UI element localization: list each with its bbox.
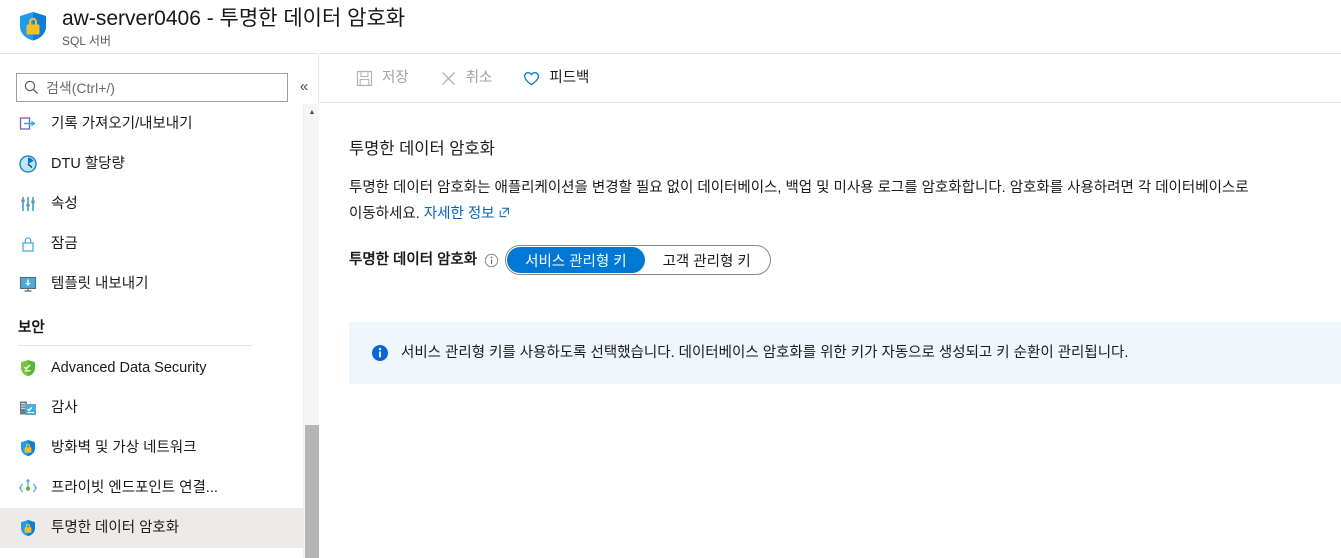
sidebar-item-label: 잠금 <box>51 236 78 252</box>
cancel-label: 취소 <box>465 70 493 86</box>
page-subtitle: SQL 서버 <box>62 34 111 48</box>
sidebar-item-properties[interactable]: 속성 <box>0 184 303 224</box>
sidebar-item-firewall[interactable]: 방화벽 및 가상 네트워크 <box>0 428 303 468</box>
save-label: 저장 <box>382 70 409 86</box>
firewall-icon <box>18 438 38 458</box>
sidebar-item-advanced-data-security[interactable]: Advanced Data Security <box>0 348 303 388</box>
sidebar-item-label: 속성 <box>51 196 78 212</box>
tde-field-row: 투명한 데이터 암호화 서비스 관리형 키 고객 관리형 키 <box>349 245 771 275</box>
feedback-label: 피드백 <box>549 70 590 86</box>
sidebar-nav-list: 기록 가져오기/내보내기 DTU 할당량 속성 잠금 템플릿 내보내기 보안 A… <box>0 104 303 558</box>
info-filled-icon <box>371 344 389 362</box>
learn-more-label: 자세한 정보 <box>423 206 495 222</box>
export-template-icon <box>18 274 38 294</box>
content-pane: 투명한 데이터 암호화 투명한 데이터 암호화는 애플리케이션을 변경할 필요 … <box>320 103 1341 557</box>
info-banner: 서비스 관리형 키를 사용하도록 선택했습니다. 데이터베이스 암호화를 위한 … <box>349 322 1341 384</box>
save-icon <box>355 69 374 88</box>
command-bar: 저장 취소 피드백 <box>320 53 1341 103</box>
page-title: aw-server0406 - 투명한 데이터 암호화 <box>62 7 406 30</box>
search-box[interactable] <box>16 73 288 102</box>
content-description: 투명한 데이터 암호화는 애플리케이션을 변경할 필요 없이 데이터베이스, 백… <box>349 175 1249 227</box>
scroll-up-arrow-icon[interactable]: ▲ <box>304 104 320 121</box>
collapse-sidebar-button[interactable]: « <box>294 77 314 97</box>
toggle-option-service-managed-key[interactable]: 서비스 관리형 키 <box>507 247 645 273</box>
sidebar-item-label: 기록 가져오기/내보내기 <box>51 116 193 132</box>
header-text-group: aw-server0406 - 투명한 데이터 암호화 SQL 서버 <box>62 5 405 49</box>
heart-icon <box>522 69 541 88</box>
sidebar-item-dtu-quota[interactable]: DTU 할당량 <box>0 144 303 184</box>
sidebar-section-security: 보안 <box>0 304 303 346</box>
info-circle-icon[interactable] <box>484 253 499 268</box>
sidebar-item-import-export[interactable]: 기록 가져오기/내보내기 <box>0 104 303 144</box>
feedback-button[interactable]: 피드백 <box>514 61 597 95</box>
sidebar-item-auditing[interactable]: 감사 <box>0 388 303 428</box>
sidebar-item-export-template[interactable]: 템플릿 내보내기 <box>0 264 303 304</box>
learn-more-link[interactable]: 자세한 정보 <box>424 206 495 222</box>
save-button[interactable]: 저장 <box>347 61 417 95</box>
sidebar-item-locks[interactable]: 잠금 <box>0 224 303 264</box>
tde-key-type-toggle[interactable]: 서비스 관리형 키 고객 관리형 키 <box>505 245 771 275</box>
scrollbar-thumb[interactable] <box>305 425 319 558</box>
info-banner-text: 서비스 관리형 키를 사용하도록 선택했습니다. 데이터베이스 암호화를 위한 … <box>401 345 1129 361</box>
sidebar-item-label: 감사 <box>51 400 78 416</box>
import-export-icon <box>18 114 38 134</box>
advanced-data-security-icon <box>18 358 38 378</box>
sidebar-item-label: Advanced Data Security <box>51 360 207 376</box>
description-line-1: 투명한 데이터 암호화는 애플리케이션을 변경할 필요 없이 데이터베이스, 백… <box>349 180 1064 196</box>
properties-icon <box>18 194 38 214</box>
page-header: aw-server0406 - 투명한 데이터 암호화 SQL 서버 <box>0 0 1341 53</box>
toggle-option-customer-managed-key[interactable]: 고객 관리형 키 <box>645 247 769 273</box>
cancel-icon <box>439 69 458 88</box>
lock-icon <box>18 234 38 254</box>
tde-shield-icon <box>18 518 38 538</box>
sidebar-item-label: 방화벽 및 가상 네트워크 <box>51 440 197 456</box>
private-endpoint-icon <box>18 478 38 498</box>
sidebar-item-label: 프라이빗 엔드포인트 연결... <box>51 480 218 496</box>
shield-lock-icon <box>16 9 50 43</box>
sidebar-item-label: 투명한 데이터 암호화 <box>51 520 180 536</box>
tde-field-label: 투명한 데이터 암호화 <box>349 252 478 268</box>
sidebar-section-title: 보안 <box>18 320 45 336</box>
search-icon <box>23 79 40 96</box>
content-title: 투명한 데이터 암호화 <box>349 140 495 158</box>
auditing-icon <box>18 398 38 418</box>
sidebar-item-label: 템플릿 내보내기 <box>51 276 149 292</box>
sidebar: « 기록 가져오기/내보내기 DTU 할당량 <box>0 53 319 558</box>
cancel-button[interactable]: 취소 <box>431 61 501 95</box>
sidebar-search-row: « <box>0 54 319 104</box>
dtu-quota-icon <box>18 154 38 174</box>
search-input[interactable] <box>46 79 281 96</box>
external-link-icon <box>499 201 510 218</box>
sidebar-section-divider <box>18 345 252 346</box>
sidebar-scrollbar[interactable]: ▲ <box>303 104 319 558</box>
sidebar-item-transparent-data-encryption[interactable]: 투명한 데이터 암호화 <box>0 508 303 548</box>
sidebar-item-label: DTU 할당량 <box>51 156 125 172</box>
sidebar-item-private-endpoint-connections[interactable]: 프라이빗 엔드포인트 연결... <box>0 468 303 508</box>
